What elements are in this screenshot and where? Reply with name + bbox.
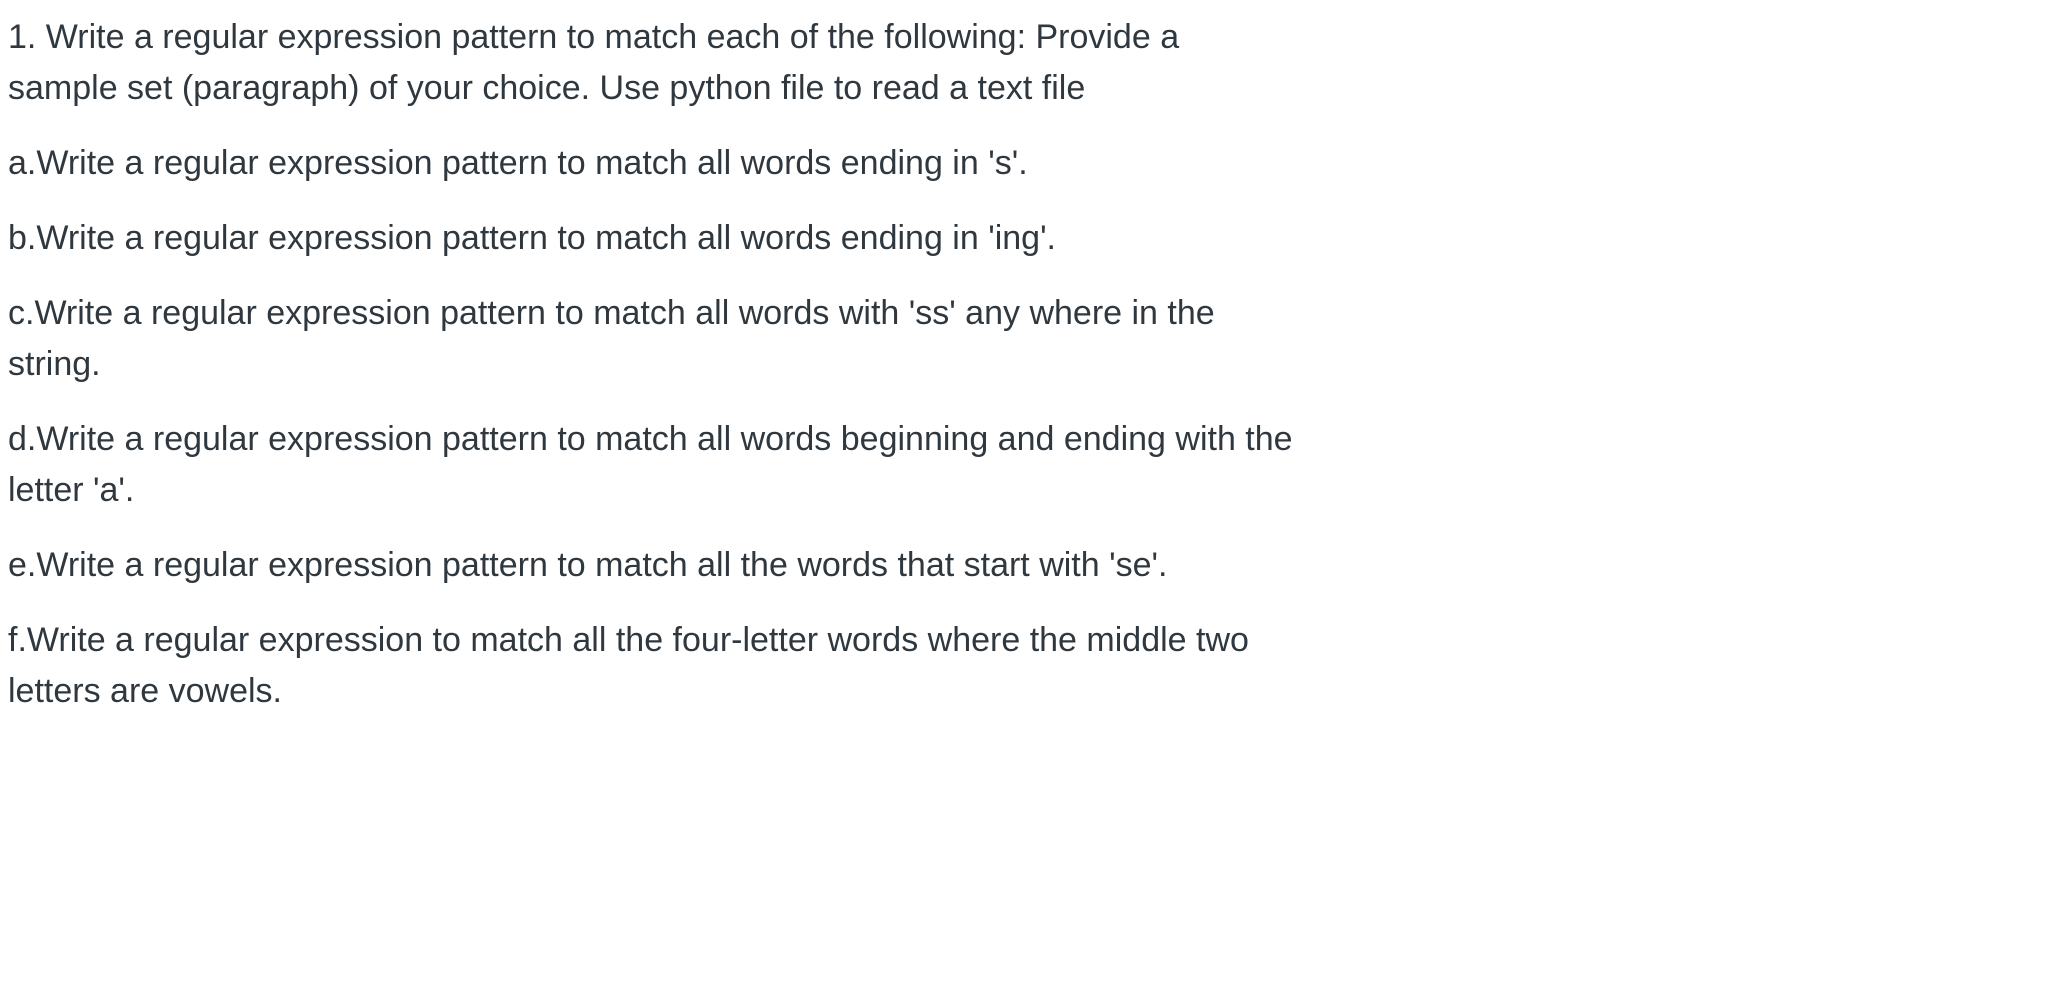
question-intro-line1: 1. Write a regular expression pattern to…	[8, 12, 1588, 63]
sub-item-e-text: e.Write a regular expression pattern to …	[8, 540, 1588, 591]
question-intro-line2: sample set (paragraph) of your choice. U…	[8, 63, 1588, 114]
question-intro: 1. Write a regular expression pattern to…	[8, 12, 1588, 114]
sub-item-c-line1: c.Write a regular expression pattern to …	[8, 288, 1588, 339]
sub-item-a-text: a.Write a regular expression pattern to …	[8, 138, 1588, 189]
sub-item-f-line2: letters are vowels.	[8, 666, 1588, 717]
sub-item-b: b.Write a regular expression pattern to …	[8, 213, 1588, 264]
sub-item-d-line2: letter 'a'.	[8, 465, 1588, 516]
sub-item-b-text: b.Write a regular expression pattern to …	[8, 213, 1588, 264]
sub-item-c: c.Write a regular expression pattern to …	[8, 288, 1588, 390]
sub-item-f-line1: f.Write a regular expression to match al…	[8, 615, 1588, 666]
sub-item-d-line1: d.Write a regular expression pattern to …	[8, 414, 1588, 465]
sub-item-a: a.Write a regular expression pattern to …	[8, 138, 1588, 189]
sub-item-f: f.Write a regular expression to match al…	[8, 615, 1588, 717]
sub-item-e: e.Write a regular expression pattern to …	[8, 540, 1588, 591]
sub-item-d: d.Write a regular expression pattern to …	[8, 414, 1588, 516]
sub-item-c-line2: string.	[8, 339, 1588, 390]
